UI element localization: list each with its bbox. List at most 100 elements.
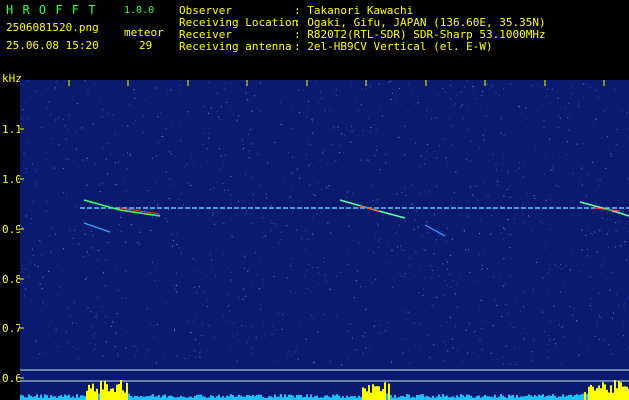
noise-dot (388, 81, 390, 83)
noise-dot (178, 93, 180, 95)
noise-dot (20, 83, 22, 85)
noise-dot (615, 222, 617, 224)
noise-dot (254, 252, 256, 254)
noise-dot (548, 272, 549, 274)
amplitude-bar (516, 395, 518, 400)
noise-dot (55, 119, 57, 121)
noise-dot (623, 306, 625, 308)
noise-dot (427, 143, 428, 145)
amplitude-bar (30, 395, 32, 400)
amplitude-bar (388, 383, 390, 400)
noise-dot (549, 287, 551, 289)
noise-dot (597, 97, 599, 99)
noise-dot (404, 273, 406, 274)
amplitude-bar (324, 395, 326, 400)
noise-dot (23, 161, 25, 163)
amplitude-bar (198, 394, 200, 400)
noise-dot (527, 126, 529, 128)
noise-dot (361, 88, 363, 90)
noise-dot (339, 272, 341, 273)
noise-dot (174, 330, 176, 331)
noise-dot (166, 90, 168, 92)
noise-dot (248, 336, 250, 338)
noise-dot (447, 284, 449, 286)
noise-dot (76, 103, 78, 104)
noise-dot (50, 251, 52, 253)
noise-dot (62, 167, 64, 169)
noise-dot (223, 165, 225, 167)
noise-dot (332, 144, 334, 146)
amplitude-bar (36, 394, 38, 400)
noise-dot (199, 343, 201, 345)
amplitude-bar (124, 392, 126, 400)
noise-dot (55, 233, 57, 235)
noise-dot (438, 234, 440, 236)
noise-dot (206, 275, 208, 277)
noise-dot (211, 259, 213, 261)
noise-dot (35, 340, 37, 342)
noise-dot (340, 145, 342, 147)
noise-dot (232, 125, 234, 127)
noise-dot (196, 292, 198, 294)
noise-dot (105, 341, 107, 343)
amplitude-bar (598, 385, 600, 400)
noise-dot (559, 157, 561, 158)
amplitude-bar (444, 396, 446, 400)
noise-dot (479, 339, 481, 341)
amplitude-bar (540, 395, 542, 400)
noise-dot (297, 358, 299, 360)
noise-dot (327, 222, 329, 224)
noise-dot (608, 229, 610, 231)
noise-dot (130, 80, 132, 82)
noise-dot (291, 128, 293, 130)
noise-dot (310, 291, 311, 293)
noise-dot (347, 264, 349, 265)
noise-dot (443, 294, 445, 296)
noise-dot (469, 160, 471, 162)
noise-dot (390, 98, 392, 100)
noise-dot (397, 84, 399, 86)
amplitude-bar (364, 388, 366, 400)
noise-dot (240, 333, 242, 335)
noise-dot (398, 87, 400, 89)
amplitude-bar (240, 395, 242, 400)
noise-dot (110, 326, 112, 327)
noise-dot (519, 181, 521, 183)
noise-dot (247, 134, 249, 136)
noise-dot (196, 260, 198, 262)
noise-dot (609, 289, 611, 291)
noise-dot (519, 129, 521, 131)
noise-dot (365, 308, 367, 310)
noise-dot (208, 325, 210, 327)
amplitude-bar (500, 394, 502, 400)
noise-dot (83, 219, 85, 221)
noise-dot (87, 307, 89, 309)
noise-dot (238, 297, 240, 299)
noise-dot (437, 94, 439, 96)
noise-dot (436, 157, 438, 159)
noise-dot (262, 217, 264, 219)
noise-dot (495, 245, 497, 247)
noise-dot (273, 247, 275, 249)
noise-dot (22, 226, 24, 228)
amplitude-bar (126, 382, 128, 400)
amplitude-bar (610, 385, 612, 400)
noise-dot (66, 343, 68, 345)
noise-dot (619, 221, 621, 223)
noise-dot (572, 291, 574, 293)
noise-dot (307, 140, 309, 141)
noise-dot (157, 141, 159, 143)
noise-dot (400, 249, 402, 251)
amplitude-bar (452, 396, 454, 400)
amplitude-bar (374, 386, 376, 400)
noise-dot (615, 230, 617, 232)
noise-dot (455, 293, 457, 295)
noise-dot (365, 88, 366, 90)
noise-dot (70, 230, 71, 232)
noise-dot (41, 127, 43, 129)
noise-dot (481, 349, 483, 351)
noise-dot (157, 224, 159, 226)
noise-dot (244, 254, 246, 256)
noise-dot (210, 107, 212, 109)
amplitude-bar (210, 395, 212, 400)
